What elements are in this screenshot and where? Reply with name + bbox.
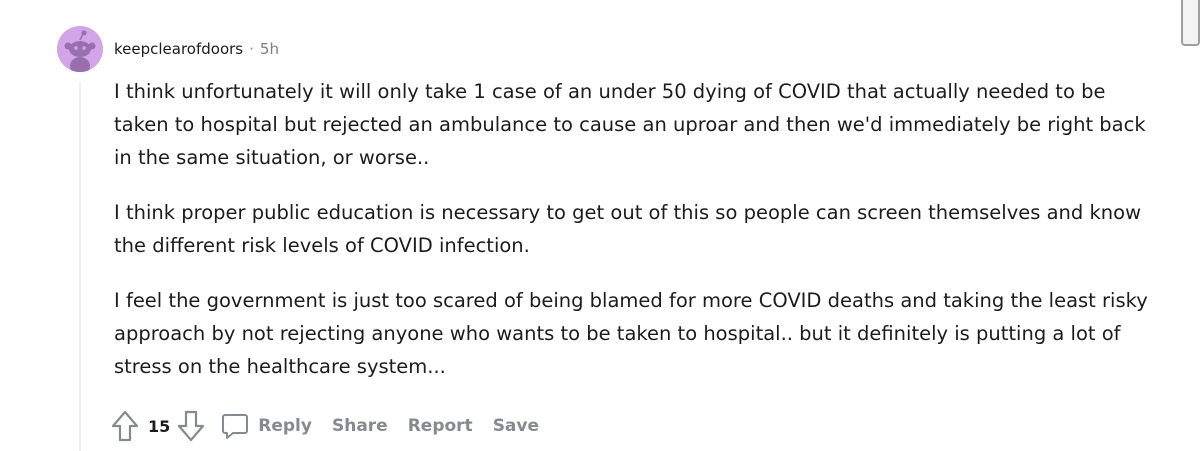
- comment-meta: keepclearofdoors · 5h: [114, 38, 279, 60]
- downvote-arrow-icon[interactable]: [176, 409, 206, 443]
- comment-paragraph: I feel the government is just too scared…: [114, 289, 1148, 378]
- thread-line[interactable]: [79, 82, 81, 451]
- scrollbar[interactable]: [1181, 0, 1200, 46]
- comment-paragraph: I think proper public education is neces…: [114, 201, 1142, 257]
- meta-separator: ·: [249, 40, 254, 58]
- vote-count: 15: [148, 416, 171, 436]
- save-button[interactable]: Save: [493, 416, 539, 436]
- upvote-arrow-icon[interactable]: [110, 409, 140, 443]
- comment-bubble-icon[interactable]: [220, 411, 250, 441]
- share-button[interactable]: Share: [332, 416, 388, 436]
- author-name[interactable]: keepclearofdoors: [114, 40, 243, 58]
- comment-container: keepclearofdoors · 5h I think unfortunat…: [0, 0, 1200, 451]
- snoo-avatar-icon: [57, 26, 103, 72]
- reply-button[interactable]: Reply: [258, 416, 312, 436]
- comment-actions: 15 Reply Share Report Save: [110, 406, 539, 446]
- comment-paragraph: I think unfortunately it will only take …: [114, 80, 1146, 169]
- report-button[interactable]: Report: [408, 416, 473, 436]
- avatar[interactable]: [57, 26, 103, 72]
- timestamp[interactable]: 5h: [260, 40, 279, 58]
- comment-body: I think unfortunately it will only take …: [114, 75, 1164, 405]
